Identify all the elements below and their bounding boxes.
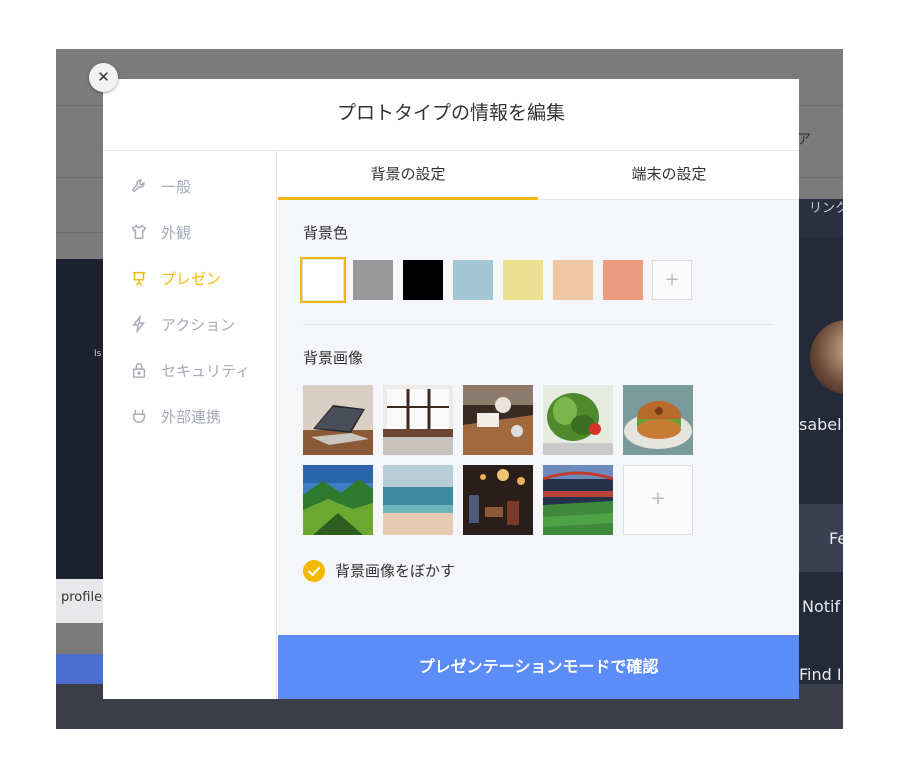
sidebar-item-label: プレゼン [161,269,222,288]
color-swatch-black[interactable] [403,260,443,300]
plug-icon [129,406,149,426]
background-fe-label: Fe [829,529,843,548]
modal-title: プロトタイプの情報を編集 [103,79,799,151]
color-swatch-gray[interactable] [353,260,393,300]
close-button[interactable]: ✕ [89,63,118,92]
sidebar-item-security[interactable]: セキュリティ [129,358,250,382]
background-notif-label: Notif [802,597,841,616]
section-divider [303,324,774,325]
checkmark-icon [307,566,321,577]
color-swatch-blue[interactable] [453,260,493,300]
background-profile-label: profile- [61,590,107,605]
sidebar-item-general[interactable]: 一般 [129,174,191,198]
background-image-mountain-valley[interactable] [303,465,373,535]
background-image-restaurant[interactable] [463,465,533,535]
close-icon: ✕ [97,68,110,86]
color-swatch-salmon[interactable] [603,260,643,300]
presentation-mode-button[interactable]: プレゼンテーションモードで確認 [278,635,799,699]
background-is-label: Is [94,349,102,359]
background-screen-right [799,237,843,697]
settings-content: 背景の設定 端末の設定 背景色 + 背景画像 + 背景画像をぼかす プレゼンテー… [278,151,799,699]
add-image-button[interactable]: + [623,465,693,535]
sidebar-item-integrations[interactable]: 外部連携 [129,404,221,428]
projector-icon [129,268,149,288]
sidebar-item-label: 一般 [161,177,192,196]
background-find-label: Find I [799,665,842,684]
background-image-label: 背景画像 [303,349,364,367]
background-tab-label: ア [797,132,811,148]
background-color-label: 背景色 [303,224,349,242]
sidebar-item-presentation[interactable]: プレゼン [129,266,221,290]
settings-sidebar: 一般 外観 プレゼン アクション セキュリティ 外部連携 [103,151,277,699]
background-image-laptop[interactable] [303,385,373,455]
background-image-stadium[interactable] [543,465,613,535]
background-link-label: リンク [809,201,843,216]
blur-checkbox[interactable] [303,560,325,582]
tab-background-settings[interactable]: 背景の設定 [278,151,538,200]
sidebar-item-appearance[interactable]: 外観 [129,220,191,244]
add-color-button[interactable]: + [652,260,692,300]
background-user-name: sabell [799,415,843,434]
sidebar-item-label: 外部連携 [161,407,222,426]
tab-device-settings[interactable]: 端末の設定 [539,151,799,200]
background-image-cafe-table[interactable] [463,385,533,455]
background-screen-left [56,259,103,579]
color-swatch-yellow[interactable] [503,260,543,300]
plus-icon: + [650,488,666,509]
blur-checkbox-label: 背景画像をぼかす [335,562,456,580]
color-swatch-peach[interactable] [553,260,593,300]
shirt-icon [129,222,149,242]
sidebar-item-label: 外観 [161,223,192,242]
tab-bar: 背景の設定 端末の設定 [278,151,799,200]
sidebar-item-action[interactable]: アクション [129,312,235,336]
sidebar-item-label: セキュリティ [161,361,251,380]
background-image-bagel[interactable] [623,385,693,455]
color-swatch-white[interactable] [302,259,344,301]
lock-icon [129,360,149,380]
plus-icon: + [664,269,680,290]
edit-prototype-modal: プロトタイプの情報を編集 一般 外観 プレゼン アクション セキュリティ 外部連… [103,79,799,699]
lightning-icon [129,314,149,334]
wrench-icon [129,176,149,196]
background-image-window-desk[interactable] [383,385,453,455]
sidebar-item-label: アクション [161,315,236,334]
background-image-salad[interactable] [543,385,613,455]
background-image-beach[interactable] [383,465,453,535]
